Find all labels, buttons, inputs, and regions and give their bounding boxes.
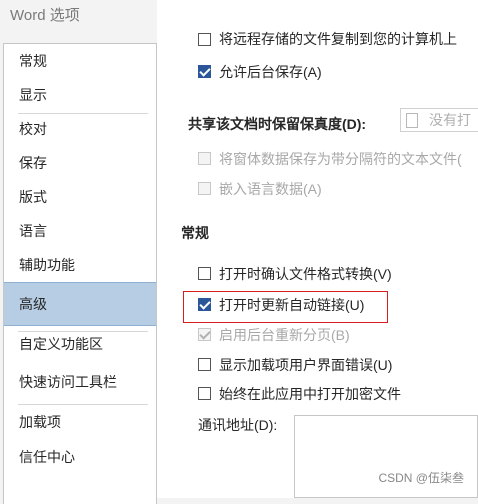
background-repagination-label: 启用后台重新分页(B)	[219, 327, 350, 343]
save-form-data-label: 将窗体数据保存为带分隔符的文本文件(	[219, 151, 462, 167]
allow-background-save-checkbox[interactable]	[198, 65, 211, 78]
always-open-encrypted-checkbox[interactable]	[198, 387, 211, 400]
mailing-address-label: 通讯地址(D):	[198, 417, 278, 433]
remote-files-label: 将远程存储的文件复制到您的计算机上	[219, 31, 457, 47]
sidebar-item-accessibility[interactable]: 辅助功能	[4, 248, 156, 282]
update-links-label: 打开时更新自动链接(U)	[219, 297, 365, 313]
show-addin-errors-label: 显示加载项用户界面错误(U)	[219, 357, 393, 373]
update-links-checkbox[interactable]	[198, 298, 211, 311]
sidebar-item-quick-access-toolbar[interactable]: 快速访问工具栏	[4, 365, 156, 399]
confirm-conversion-checkbox[interactable]	[198, 267, 211, 280]
general-heading: 常规	[181, 225, 209, 241]
sidebar-item-general[interactable]: 常规	[4, 44, 156, 78]
sidebar-item-advanced[interactable]: 高级	[4, 282, 156, 326]
document-icon	[406, 113, 418, 128]
allow-background-save-label: 允许后台保存(A)	[219, 64, 322, 80]
sidebar-item-proofing[interactable]: 校对	[4, 112, 156, 146]
fidelity-heading: 共享该文档时保留保真度(D):	[188, 116, 367, 132]
document-select-value: 没有打开	[429, 112, 471, 128]
window-title: Word 选项	[10, 7, 80, 24]
sidebar-item-customize-ribbon[interactable]: 自定义功能区	[4, 327, 156, 361]
embed-linguistic-checkbox[interactable]	[198, 182, 211, 195]
sidebar-item-addins[interactable]: 加载项	[4, 405, 156, 439]
watermark: CSDN @伍柒叁	[378, 471, 464, 485]
confirm-conversion-label: 打开时确认文件格式转换(V)	[219, 266, 392, 282]
sidebar-item-display[interactable]: 显示	[4, 78, 156, 112]
show-addin-errors-checkbox[interactable]	[198, 358, 211, 371]
always-open-encrypted-label: 始终在此应用中打开加密文件	[219, 386, 401, 402]
sidebar-item-save[interactable]: 保存	[4, 146, 156, 180]
save-form-data-checkbox[interactable]	[198, 152, 211, 165]
remote-files-checkbox[interactable]	[198, 33, 211, 46]
sidebar: 常规 显示 校对 保存 版式 语言 辅助功能 高级 自定义功能区 快速访问工具栏…	[3, 43, 157, 504]
embed-linguistic-label: 嵌入语言数据(A)	[219, 181, 322, 197]
sidebar-item-layout[interactable]: 版式	[4, 180, 156, 214]
sidebar-item-language[interactable]: 语言	[4, 214, 156, 248]
sidebar-item-trust-center[interactable]: 信任中心	[4, 440, 156, 474]
background-repagination-checkbox[interactable]	[198, 328, 211, 341]
